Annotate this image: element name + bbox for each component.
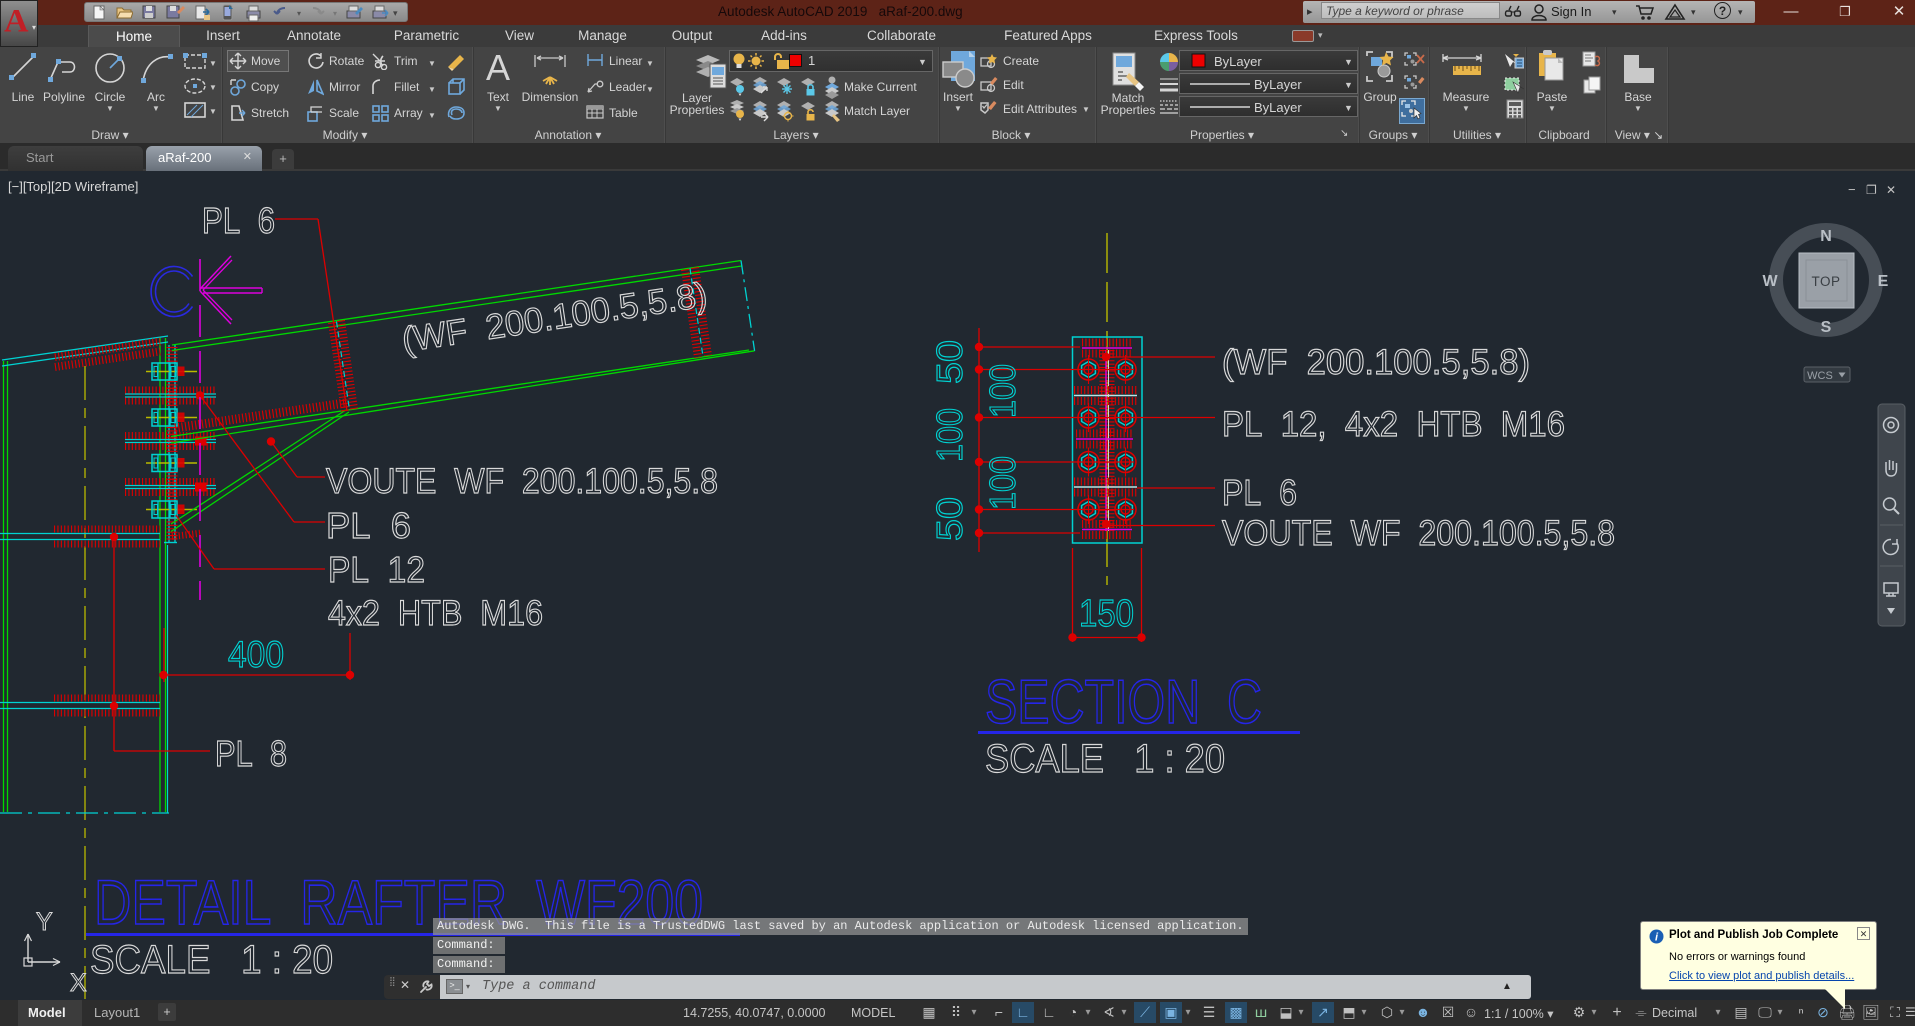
svg-text:−: − xyxy=(1848,182,1856,197)
svg-text:PL 12, 4x2 HTB M16: PL 12, 4x2 HTB M16 xyxy=(1222,405,1565,444)
svg-text:50: 50 xyxy=(929,497,970,541)
svg-text:❐: ❐ xyxy=(1866,183,1877,197)
svg-text:X: X xyxy=(70,969,87,997)
svg-text:100: 100 xyxy=(982,364,1023,418)
svg-text:100: 100 xyxy=(982,456,1023,510)
svg-text:VOUTE WF 200.100.5,5.8: VOUTE WF 200.100.5,5.8 xyxy=(1222,514,1615,553)
svg-text:SCALE 1 : 20: SCALE 1 : 20 xyxy=(985,737,1225,781)
svg-text:PL 6: PL 6 xyxy=(1222,472,1297,513)
svg-text:A: A xyxy=(486,52,510,84)
svg-text:50: 50 xyxy=(929,340,970,384)
svg-text:ByLayer: ByLayer xyxy=(1254,100,1302,115)
svg-text:4x2 HTB M16: 4x2 HTB M16 xyxy=(328,594,543,633)
svg-text:100: 100 xyxy=(929,408,970,462)
svg-text:PL 6: PL 6 xyxy=(202,200,275,241)
svg-text:400: 400 xyxy=(228,634,284,675)
svg-text:PL 6: PL 6 xyxy=(326,505,411,546)
svg-text:N: N xyxy=(1820,228,1832,245)
svg-text:PL 8: PL 8 xyxy=(215,733,287,774)
svg-text:SECTION C: SECTION C xyxy=(985,668,1262,737)
svg-text:W: W xyxy=(1762,273,1778,290)
svg-text:S: S xyxy=(1821,319,1832,336)
svg-text:TOP: TOP xyxy=(1811,274,1840,289)
svg-text:Y: Y xyxy=(36,908,53,936)
svg-text:E: E xyxy=(1878,273,1889,290)
svg-text:(WF 200.100.5,5.8): (WF 200.100.5,5.8) xyxy=(1222,343,1530,382)
svg-text:WCS: WCS xyxy=(1807,370,1833,382)
svg-text:ByLayer: ByLayer xyxy=(1254,77,1302,92)
svg-text:PL 12: PL 12 xyxy=(328,549,425,590)
svg-text:150: 150 xyxy=(1079,593,1134,635)
svg-text:ByLayer: ByLayer xyxy=(1214,54,1262,69)
svg-text:SCALE 1 : 20: SCALE 1 : 20 xyxy=(90,938,333,982)
svg-text:✕: ✕ xyxy=(1886,183,1896,197)
svg-text:VOUTE WF 200.100.5,5.8: VOUTE WF 200.100.5,5.8 xyxy=(326,462,718,501)
